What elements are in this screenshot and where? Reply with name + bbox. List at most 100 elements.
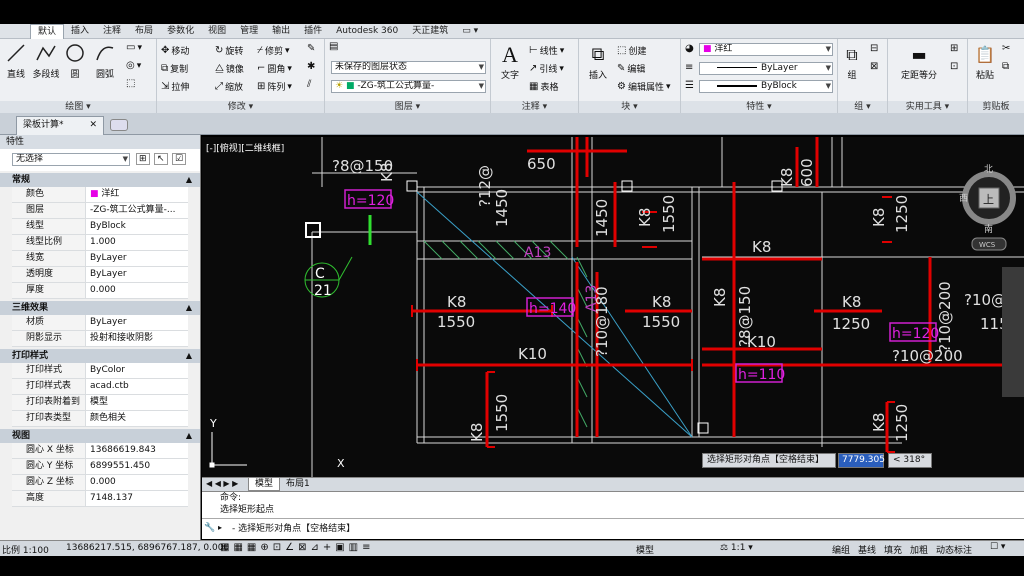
property-value[interactable]: 13686619.843 [86, 443, 188, 458]
property-row[interactable]: 圆心 X 坐标 13686619.843 [12, 443, 188, 459]
ribbon-toggle-icon[interactable]: ▭ ▾ [455, 24, 485, 39]
property-row[interactable]: 透明度 ByLayer [12, 267, 188, 283]
viewcube-top[interactable]: 上 [983, 193, 994, 206]
dynamic-input-angle[interactable]: < 318° [888, 453, 932, 468]
tab-layout[interactable]: 布局 [128, 24, 160, 39]
tab-model[interactable]: 模型 [248, 478, 281, 491]
cut-icon[interactable]: ✂ [1002, 44, 1010, 54]
quick-select-icon[interactable]: ⊞ [136, 153, 150, 165]
property-value[interactable]: ByColor [86, 363, 188, 378]
property-value[interactable]: 洋红 [101, 189, 119, 199]
property-row[interactable]: 圆心 Z 坐标 0.000 [12, 475, 188, 491]
drawing-canvas[interactable]: C 21 K8 1550 K8 1550 K10 K10 K8 K8 1250 … [202, 137, 1024, 477]
tab-parametric[interactable]: 参数化 [160, 24, 201, 39]
selection-select[interactable]: 无选择 ▼ [12, 153, 130, 166]
group-panel-label[interactable]: 组 ▾ [838, 101, 887, 113]
command-input[interactable]: - 选择矩形对角点【空格结束】 [232, 521, 355, 534]
model-space-button[interactable]: 模型 [636, 543, 654, 556]
trim-button[interactable]: ⌿ 修剪 ▾ [257, 44, 290, 57]
property-value[interactable]: 0.000 [86, 475, 188, 490]
new-tab-button[interactable] [110, 119, 128, 131]
insert-block-tool[interactable]: ⧉ 插入 [583, 42, 613, 81]
close-icon[interactable]: ✕ [89, 117, 97, 134]
navigation-bar[interactable] [1002, 267, 1024, 397]
utilities-panel-label[interactable]: 实用工具 ▾ [888, 101, 967, 113]
quick-calc-icon[interactable]: ⊞ [950, 44, 958, 54]
property-row[interactable]: 打印样式表 acad.ctb [12, 379, 188, 395]
status-toggle-2[interactable]: 基线 [858, 543, 876, 556]
rotate-button[interactable]: ↻ 旋转 [215, 44, 243, 57]
edit-block-button[interactable]: ✎ 编辑 [617, 62, 645, 75]
compass-south[interactable]: 南 [984, 223, 993, 235]
color-select[interactable]: ■ 洋红 ▼ [699, 43, 833, 56]
layout-nav-arrows[interactable]: ◀ ◀ ▶ ▶ [206, 479, 238, 488]
viewcube[interactable]: 上 北 南 西 WCS [959, 164, 1016, 251]
match-properties-icon[interactable]: ◕ [685, 44, 694, 54]
property-value[interactable]: -ZG-筑工公式算量-... [86, 203, 188, 218]
clipboard-panel-label[interactable]: 剪贴板 [968, 101, 1024, 113]
status-toggle-1[interactable]: 编组 [832, 543, 850, 556]
linetype-select[interactable]: ByLayer ▼ [699, 62, 833, 75]
status-toggle-4[interactable]: 加粗 [910, 543, 928, 556]
property-value[interactable]: 1.000 [86, 235, 188, 250]
leader-button[interactable]: ↗ 引线 ▾ [529, 62, 564, 75]
property-value[interactable]: acad.ctb [86, 379, 188, 394]
rectangle-icon[interactable]: ▭ ▾ [126, 43, 142, 54]
compass-north[interactable]: 北 [984, 164, 993, 175]
select-objects-icon[interactable]: ↖ [154, 153, 168, 165]
line-tool[interactable]: 直线 [2, 42, 30, 80]
arc-tool[interactable]: 圆弧 [90, 42, 120, 80]
point-icon[interactable]: ⊡ [950, 62, 958, 72]
tab-insert[interactable]: 插入 [64, 24, 96, 39]
property-row[interactable]: 阴影显示 投射和接收阴影 [12, 331, 188, 347]
move-button[interactable]: ✥ 移动 [161, 44, 189, 57]
wrench-icon[interactable]: 🔧 [202, 523, 218, 533]
tab-output[interactable]: 输出 [265, 24, 297, 39]
collapse-icon[interactable]: ▲ [186, 173, 192, 187]
property-row[interactable]: 材质 ByLayer [12, 315, 188, 331]
property-row[interactable]: 高度 7148.137 [12, 491, 188, 507]
tab-layout1[interactable]: 布局1 [280, 478, 316, 491]
tab-tangent[interactable]: 天正建筑 [405, 24, 455, 39]
dynamic-input-value[interactable]: 7779.305 [838, 453, 885, 468]
layer-state-select[interactable]: 未保存的图层状态 ▼ [331, 61, 486, 74]
region-icon[interactable]: ⬚ [126, 79, 135, 89]
property-value[interactable]: ByLayer [86, 267, 188, 282]
linear-dim-button[interactable]: ⊢ 线性 ▾ [529, 44, 564, 57]
lineweight-select[interactable]: ByBlock ▼ [699, 80, 833, 93]
property-row[interactable]: 圆心 Y 坐标 6899551.450 [12, 459, 188, 475]
drafting-toggles[interactable]: ▦▦▦⊕⊡∠⊠⊿+▣▥≡ [220, 542, 374, 553]
status-toggle-3[interactable]: 填充 [884, 543, 902, 556]
copy-clip-icon[interactable]: ⧉ [1002, 62, 1009, 72]
circle-tool[interactable]: 圆 [62, 42, 88, 80]
collapse-icon[interactable]: ▲ [186, 429, 192, 443]
tab-annotate[interactable]: 注释 [96, 24, 128, 39]
annotation-visibility-icon[interactable]: ⚖ 1:1 ▾ [720, 543, 753, 553]
current-layer-select[interactable]: ☀ ■ -ZG-筑工公式算量- ▼ [331, 80, 486, 93]
block-panel-label[interactable]: 块 ▾ [579, 101, 680, 113]
properties-panel-label[interactable]: 特性 ▾ [681, 101, 837, 113]
settings-icon[interactable]: ☐ ▾ [990, 542, 1005, 552]
property-row[interactable]: 线型 ByBlock [12, 219, 188, 235]
paste-tool[interactable]: 📋 粘贴 [972, 42, 998, 81]
array-button[interactable]: ⊞ 阵列 ▾ [257, 80, 292, 93]
property-value[interactable]: ■ 洋红 [86, 187, 188, 202]
compass-west[interactable]: 西 [959, 193, 968, 204]
annotation-panel-label[interactable]: 注释 ▾ [491, 101, 578, 113]
section-header[interactable]: 视图 ▲ [0, 429, 200, 443]
ungroup-icon[interactable]: ⊟ [870, 44, 878, 54]
property-value[interactable]: 投射和接收阴影 [86, 331, 188, 346]
property-value[interactable]: ByLayer [86, 315, 188, 330]
property-row[interactable]: 颜色 ■ 洋红 [12, 187, 188, 203]
group-edit-icon[interactable]: ⊠ [870, 62, 878, 72]
stretch-button[interactable]: ⇲ 拉伸 [161, 80, 189, 93]
property-value[interactable]: 6899551.450 [86, 459, 188, 474]
tab-default[interactable]: 默认 [30, 23, 65, 39]
section-header[interactable]: 常规 ▲ [0, 173, 200, 187]
group-tool[interactable]: ⧉ 组 [840, 42, 864, 81]
tab-manage[interactable]: 管理 [233, 24, 265, 39]
measure-tool[interactable]: ▬ 定距等分 [894, 42, 944, 81]
property-row[interactable]: 线型比例 1.000 [12, 235, 188, 251]
tab-plugins[interactable]: 插件 [297, 24, 329, 39]
section-header[interactable]: 三维效果 ▲ [0, 301, 200, 315]
